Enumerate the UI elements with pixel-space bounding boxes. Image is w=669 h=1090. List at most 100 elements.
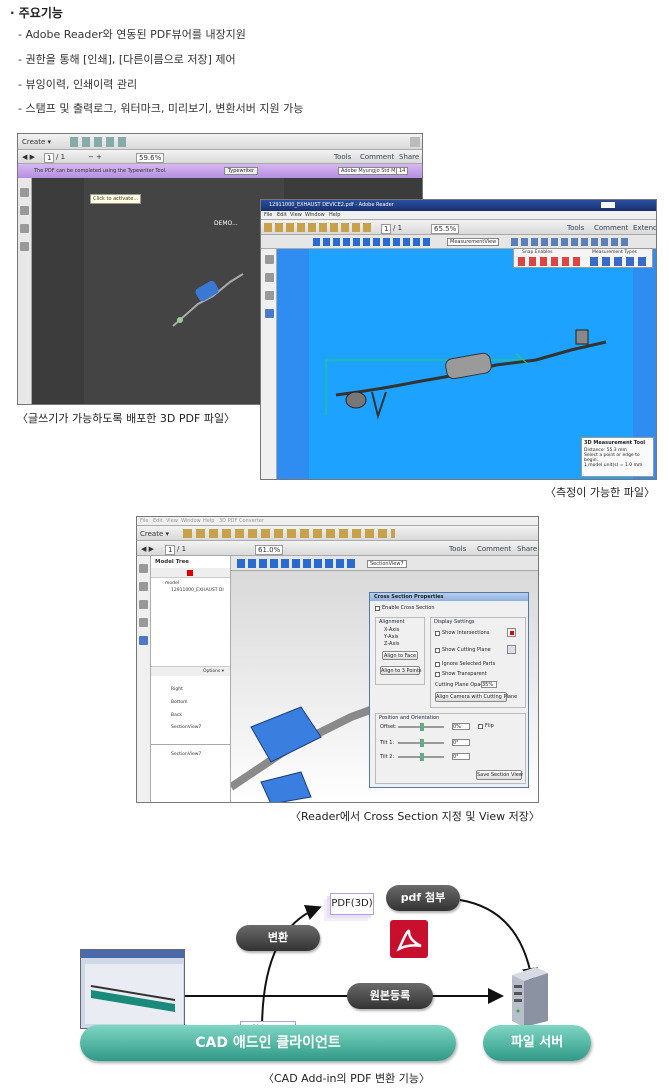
layers-icon[interactable] xyxy=(139,618,148,627)
typewriter-button[interactable]: Typewriter xyxy=(224,167,259,175)
measure-toolbar: Snap Enables Measurement Types xyxy=(513,248,653,268)
menu-edit[interactable]: Edit xyxy=(153,518,163,524)
attachment-icon[interactable] xyxy=(265,291,274,300)
tree-item[interactable]: 12911000_EXHAUST DI xyxy=(171,588,224,593)
tools-tab[interactable]: Tools xyxy=(567,224,584,232)
comment-tab[interactable]: Comment xyxy=(594,224,628,232)
menu-bar: File Edit View Window Help xyxy=(261,211,656,220)
menu-3d-converter[interactable]: 3D PDF Converter xyxy=(219,518,264,524)
options-menu[interactable]: Options ▾ xyxy=(203,669,224,674)
share-tab[interactable]: Share xyxy=(399,153,419,161)
page-number-field[interactable]: 1 xyxy=(381,224,392,234)
menu-help[interactable]: Help xyxy=(203,518,214,524)
feature-item: - 권한을 통해 [인쇄], [다른이름으로 저장] 제어 xyxy=(18,53,236,66)
view-select[interactable]: SectionView7 xyxy=(367,560,407,568)
create-button[interactable]: Create ▾ xyxy=(22,138,51,146)
bookmark-icon[interactable] xyxy=(20,206,29,215)
bookmark-icon[interactable] xyxy=(265,273,274,282)
show-transparent-checkbox[interactable] xyxy=(435,672,440,677)
bookmark-icon[interactable] xyxy=(139,582,148,591)
layers-icon[interactable] xyxy=(20,242,29,251)
show-intersections-checkbox[interactable] xyxy=(435,631,440,636)
3d-tool-icons[interactable] xyxy=(237,559,357,568)
flip-checkbox[interactable] xyxy=(478,724,483,729)
measure-type-icons[interactable] xyxy=(590,257,648,266)
toolbar-icons[interactable] xyxy=(70,137,130,147)
original-register-pill: 원본등록 xyxy=(347,983,433,1009)
zoom-field[interactable]: 59.6% xyxy=(136,153,165,163)
tilt1-field[interactable]: 0° xyxy=(452,739,470,746)
tree-toolbar[interactable] xyxy=(151,568,230,578)
offset-field[interactable]: 0% xyxy=(452,723,470,730)
measure-instruction: Select a point or edge to begin. xyxy=(584,453,640,463)
zoom-field[interactable]: 65.5% xyxy=(431,224,460,234)
plane-color[interactable] xyxy=(507,645,516,654)
measurement-pdf-window: 12911000_EXHAUST DEVICE2.pdf - Adobe Rea… xyxy=(260,199,657,480)
cross-section-dialog: Cross Section Properties Enable Cross Se… xyxy=(369,592,529,788)
view-select[interactable]: MeasurementView xyxy=(447,238,500,246)
show-transparent-label: Show Transparent xyxy=(442,671,487,677)
y-axis-radio[interactable]: Y-Axis xyxy=(384,634,399,640)
share-tab[interactable]: Share xyxy=(517,545,537,553)
save-section-view-button[interactable]: Save Section View xyxy=(476,770,523,780)
offset-slider[interactable] xyxy=(398,723,444,731)
tooltip: Click to activate... xyxy=(90,194,142,204)
tilt1-slider[interactable] xyxy=(398,739,444,747)
menu-file[interactable]: File xyxy=(264,212,272,218)
file-server-bar: 파일 서버 xyxy=(483,1025,591,1061)
toolbar-icons[interactable] xyxy=(183,529,395,538)
extend-tab[interactable]: Extend xyxy=(633,224,656,232)
intersection-color[interactable] xyxy=(507,628,516,637)
z-axis-radio[interactable]: Z-Axis xyxy=(384,641,399,647)
view-item[interactable]: Right xyxy=(171,687,183,692)
snap-icons[interactable] xyxy=(518,257,580,266)
attachment-icon[interactable] xyxy=(139,600,148,609)
menu-view[interactable]: View xyxy=(290,212,302,218)
menu-edit[interactable]: Edit xyxy=(277,212,287,218)
tree-item[interactable]: model xyxy=(165,581,179,586)
view-item[interactable]: Back xyxy=(171,713,182,718)
pages-icon[interactable] xyxy=(139,564,148,573)
enable-checkbox[interactable] xyxy=(375,606,380,611)
expand-icon[interactable] xyxy=(410,137,420,147)
pages-icon[interactable] xyxy=(265,255,274,264)
tools-tab[interactable]: Tools xyxy=(334,153,351,161)
comment-tab[interactable]: Comment xyxy=(360,153,394,161)
menu-help[interactable]: Help xyxy=(329,212,340,218)
menu-view[interactable]: View xyxy=(166,518,178,524)
ignore-parts-checkbox[interactable] xyxy=(435,662,440,667)
page-number-field[interactable]: 1 xyxy=(44,153,55,163)
align-face-button[interactable]: Align to Face xyxy=(382,651,418,660)
show-plane-checkbox[interactable] xyxy=(435,648,440,653)
font-size-select[interactable]: 14 xyxy=(396,167,409,175)
page-number-field[interactable]: 1 xyxy=(165,545,176,555)
toolbar-icons[interactable] xyxy=(264,223,374,232)
model-tree-icon[interactable] xyxy=(265,309,274,318)
zoom-field[interactable]: 61.0% xyxy=(255,545,284,555)
pages-icon[interactable] xyxy=(20,188,29,197)
x-axis-radio[interactable]: X-Axis xyxy=(384,627,399,633)
menu-window[interactable]: Window xyxy=(305,212,325,218)
view-item[interactable]: Bottom xyxy=(171,700,188,705)
opacity-field[interactable]: 35% xyxy=(481,681,497,688)
view-item-bottom[interactable]: SectionView7 xyxy=(171,752,201,757)
dialog-title: Cross Section Properties xyxy=(370,593,528,601)
create-button[interactable]: Create ▾ xyxy=(140,530,169,538)
comment-tab[interactable]: Comment xyxy=(477,545,511,553)
model-tree-icon[interactable] xyxy=(139,636,148,645)
attachment-icon[interactable] xyxy=(20,224,29,233)
tilt2-slider[interactable] xyxy=(398,753,444,761)
align-3pts-button[interactable]: Align to 3 Points xyxy=(380,666,422,675)
3d-tool-icons-right[interactable] xyxy=(511,238,631,246)
tilt2-field[interactable]: 0° xyxy=(452,753,470,760)
align-camera-button[interactable]: Align Camera with Cutting Plane xyxy=(435,692,517,702)
font-select[interactable]: Adobe Myungjo Std M xyxy=(338,167,399,175)
tools-tab[interactable]: Tools xyxy=(449,545,466,553)
caption-measurement: 〈측정이 가능한 파일〉 xyxy=(545,486,655,499)
3d-tool-icons[interactable] xyxy=(313,238,433,246)
menu-window[interactable]: Window xyxy=(181,518,201,524)
window-controls-icon[interactable] xyxy=(601,202,615,208)
ignore-parts-label: Ignore Selected Parts xyxy=(442,661,496,667)
menu-file[interactable]: File xyxy=(140,518,148,524)
view-item[interactable]: SectionView7 xyxy=(171,725,201,730)
